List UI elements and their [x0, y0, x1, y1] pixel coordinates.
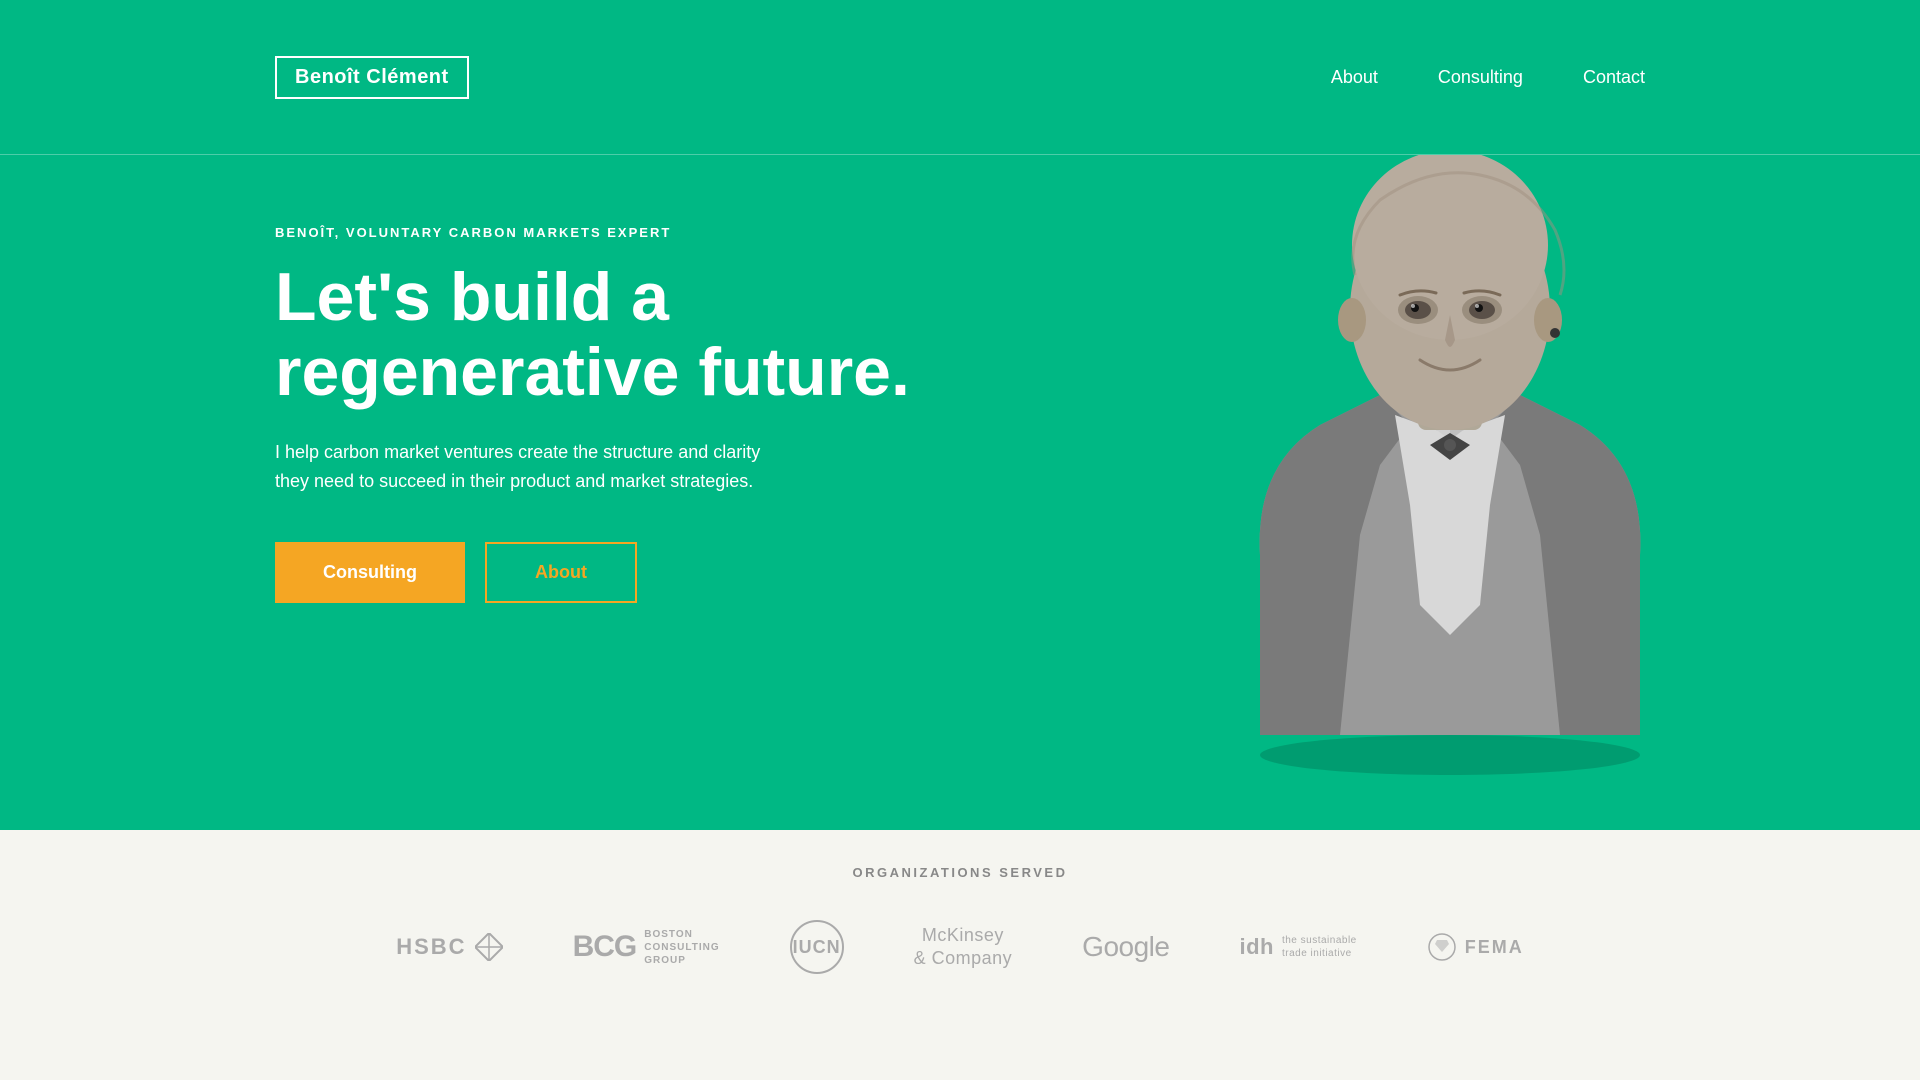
hero-title: Let's build a regenerative future.: [275, 260, 910, 410]
hero-section: BENOÎT, VOLUNTARY CARBON MARKETS EXPERT …: [0, 155, 1920, 1080]
orgs-label: ORGANIZATIONS SERVED: [0, 830, 1920, 880]
logo-text: Benoît Clément: [295, 66, 449, 88]
nav-about[interactable]: About: [1331, 67, 1378, 88]
main-nav: About Consulting Contact: [1331, 67, 1645, 88]
hero-content: BENOÎT, VOLUNTARY CARBON MARKETS EXPERT …: [275, 225, 910, 603]
about-button[interactable]: About: [485, 542, 637, 603]
org-logo-hsbc: HSBC: [396, 933, 502, 961]
hero-buttons: Consulting About: [275, 542, 910, 603]
org-logo-idh: idh the sustainabletrade initiative: [1239, 934, 1356, 960]
nav-consulting[interactable]: Consulting: [1438, 67, 1523, 88]
hero-description: I help carbon market ventures create the…: [275, 438, 775, 497]
header: Benoît Clément About Consulting Contact: [0, 0, 1920, 155]
nav-contact[interactable]: Contact: [1583, 67, 1645, 88]
bottom-section: ORGANIZATIONS SERVED HSBC BCG BOSTONCONS…: [0, 830, 1920, 1080]
hero-subtitle: BENOÎT, VOLUNTARY CARBON MARKETS EXPERT: [275, 225, 910, 240]
fema-icon: [1427, 932, 1457, 962]
hsbc-icon: [475, 933, 503, 961]
org-logo-mckinsey: McKinsey& Company: [914, 924, 1013, 971]
person-portrait: [1200, 155, 1700, 775]
consulting-button[interactable]: Consulting: [275, 542, 465, 603]
org-logos-container: HSBC BCG BOSTONCONSULTINGGROUP IUCN: [0, 920, 1920, 974]
org-logo-google: Google: [1082, 931, 1169, 963]
org-logo-iucn: IUCN: [790, 920, 844, 974]
logo[interactable]: Benoît Clément: [275, 56, 469, 99]
org-logo-bcg: BCG BOSTONCONSULTINGGROUP: [573, 928, 720, 967]
org-logo-fema: FEMA: [1427, 932, 1524, 962]
